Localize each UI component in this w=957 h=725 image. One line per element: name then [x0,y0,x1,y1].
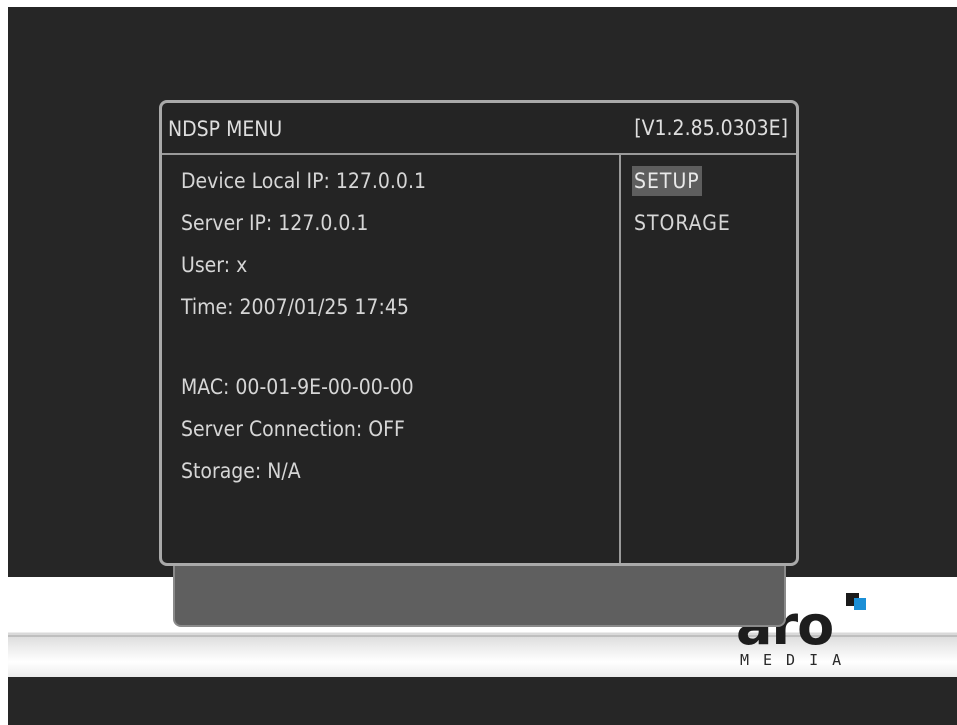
status-bar [173,563,786,627]
menu-item-storage[interactable]: STORAGE [632,208,733,238]
tv-screen: aro MEDIA NDSP MENU [V1.2.85.0303E] Devi… [8,7,957,725]
side-menu: SETUP STORAGE [632,166,792,250]
device-info-list: Device Local IP: 127.0.0.1 Server IP: 12… [181,166,611,498]
menu-version: [V1.2.85.0303E] [634,116,788,140]
menu-item-setup[interactable]: SETUP [632,166,702,196]
device-local-ip: Device Local IP: 127.0.0.1 [181,169,426,193]
server-connection: Server Connection: OFF [181,417,405,441]
menu-divider [619,155,621,563]
menu-title: NDSP MENU [168,117,283,141]
ndsp-menu-panel: NDSP MENU [V1.2.85.0303E] Device Local I… [159,100,799,566]
mac-address: MAC: 00-01-9E-00-00-00 [181,375,414,399]
logo-square-blue [854,598,866,610]
logo-subtitle: MEDIA [740,651,856,669]
storage-status: Storage: N/A [181,459,301,483]
time-info: Time: 2007/01/25 17:45 [181,295,409,319]
server-ip: Server IP: 127.0.0.1 [181,211,369,235]
menu-header: NDSP MENU [V1.2.85.0303E] [162,103,796,155]
user-info: User: x [181,253,248,277]
